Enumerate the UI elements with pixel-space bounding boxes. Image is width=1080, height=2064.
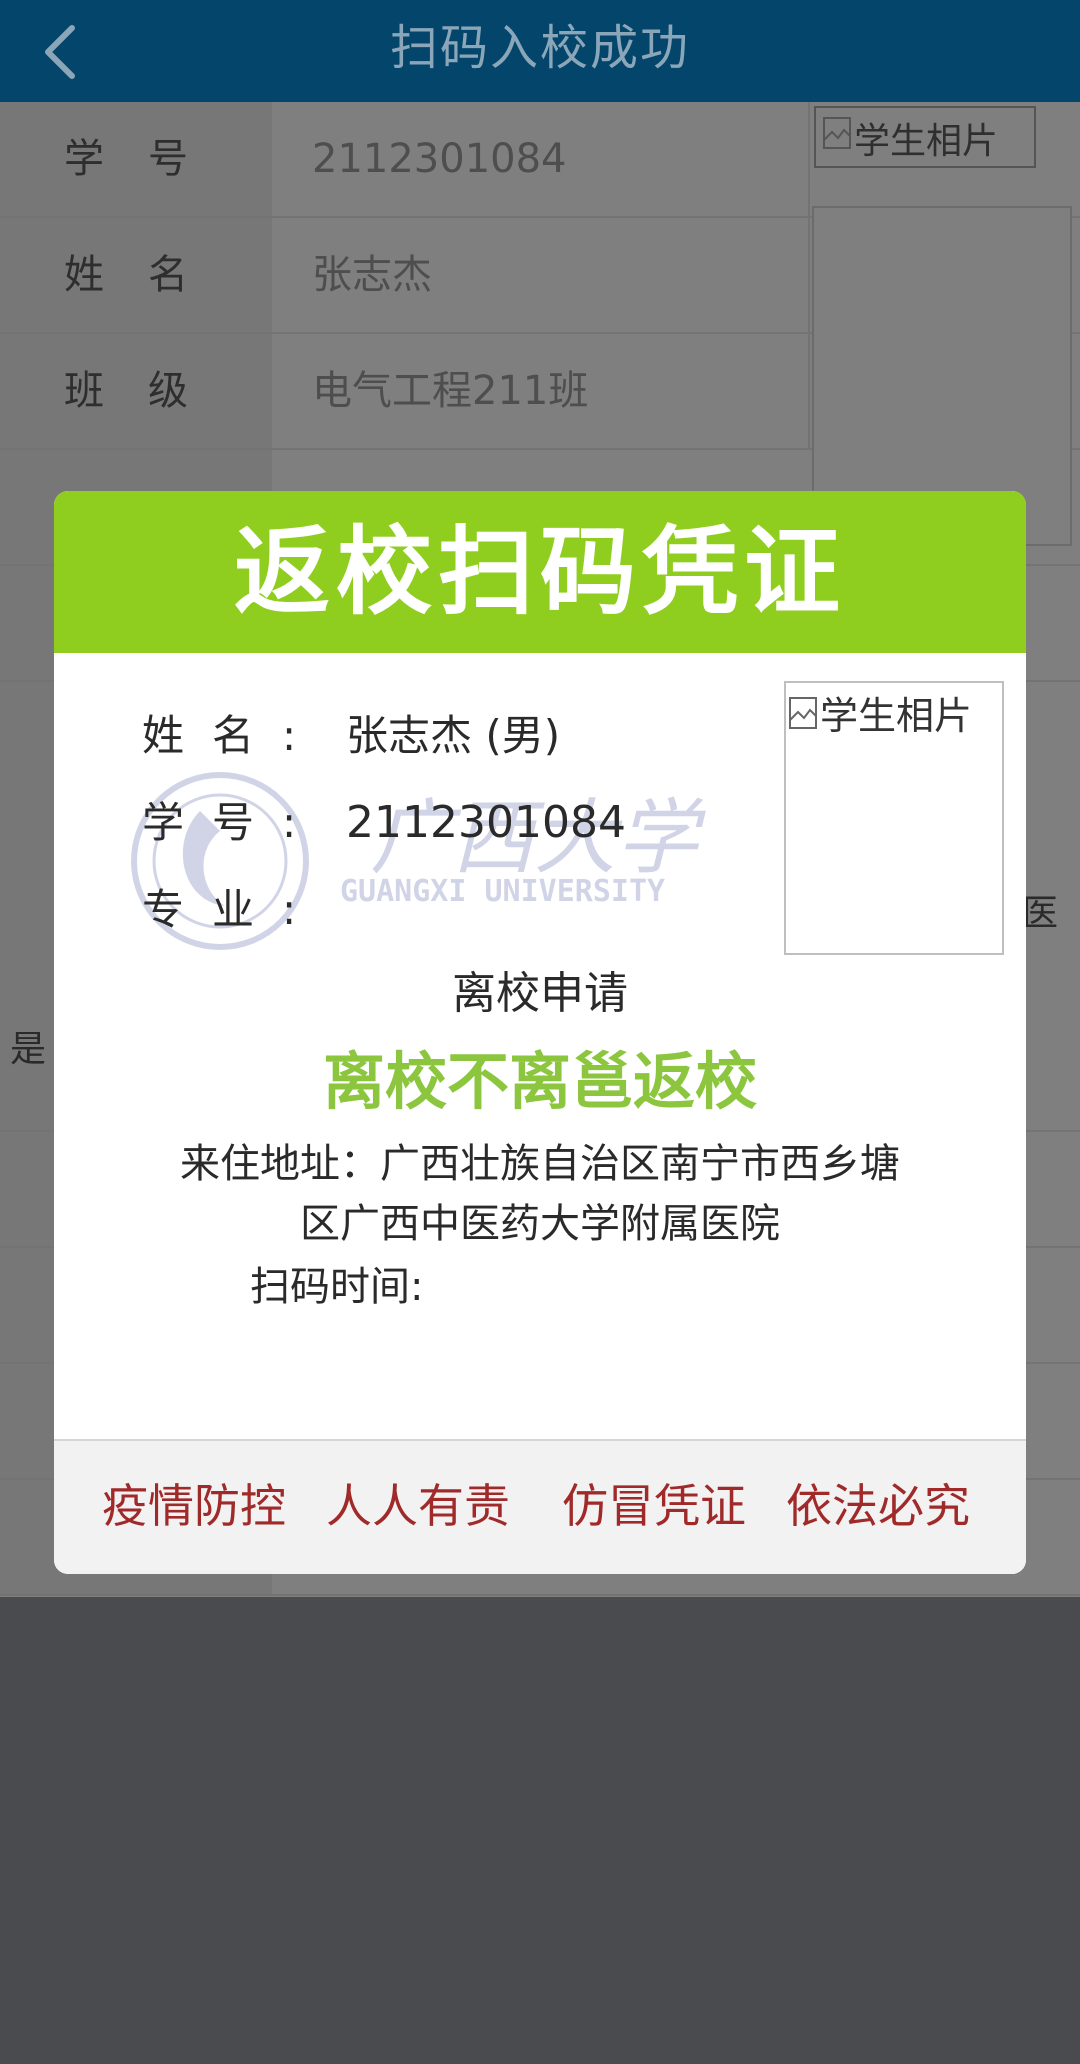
major-label: 专业: — [142, 885, 325, 934]
top-bar: 扫码入校成功 — [0, 0, 1080, 102]
footer-slogan: 仿冒凭证 — [562, 1479, 746, 1533]
row-value: 张志杰 — [272, 218, 810, 332]
request-type-label: 离校申请 — [452, 968, 628, 1019]
address-line-1: 来住地址：广西壮族自治区南宁市西乡塘 — [180, 1141, 900, 1187]
page-title: 扫码入校成功 — [389, 20, 690, 76]
modal-footer: 疫情防控 人人有责 仿冒凭证 依法必究 — [54, 1439, 1026, 1574]
row-value: 电气工程211班 — [272, 334, 810, 448]
row-label: 姓名 — [0, 218, 272, 332]
student-photo: 学生相片 — [784, 681, 1004, 955]
name-value: 张志杰 (男) — [346, 711, 561, 760]
id-label: 学号: — [142, 798, 325, 847]
footer-slogan: 疫情防控 — [102, 1479, 286, 1533]
photo-alt-text: 学生相片 — [854, 121, 999, 162]
return-pass-modal: 返校扫码凭证 GUANGXI UNIVERSITY 广西大学 姓名: 张志杰 (男… — [54, 491, 1026, 1574]
name-label: 姓名: — [142, 711, 325, 760]
student-photo: 学生相片 — [814, 106, 1036, 168]
name-line: 姓名: 张志杰 (男) — [142, 702, 560, 763]
major-line: 专业: — [142, 876, 346, 937]
photo-alt-text: 学生相片 — [820, 694, 973, 738]
row-value: 2112301084 — [272, 102, 810, 216]
modal-title: 返校扫码凭证 — [54, 491, 1026, 653]
broken-image-icon — [823, 117, 851, 149]
id-line: 学号: 2112301084 — [142, 789, 626, 850]
broken-image-icon — [789, 696, 817, 729]
footer-slogan: 人人有责 — [326, 1479, 510, 1533]
partial-text: 是 — [10, 1029, 47, 1070]
row-label: 班级 — [0, 334, 272, 448]
scan-time-label: 扫码时间: — [250, 1264, 424, 1310]
row-label: 学号 — [0, 102, 272, 216]
status-text: 离校不离邕返校 — [322, 1045, 757, 1118]
footer-slogan: 依法必究 — [786, 1479, 970, 1533]
address-line-2: 区广西中医药大学附属医院 — [300, 1201, 780, 1247]
id-value: 2112301084 — [346, 797, 626, 848]
partial-text: 医 — [1022, 893, 1059, 934]
scan-time-line: 扫码时间: — [250, 1254, 423, 1312]
